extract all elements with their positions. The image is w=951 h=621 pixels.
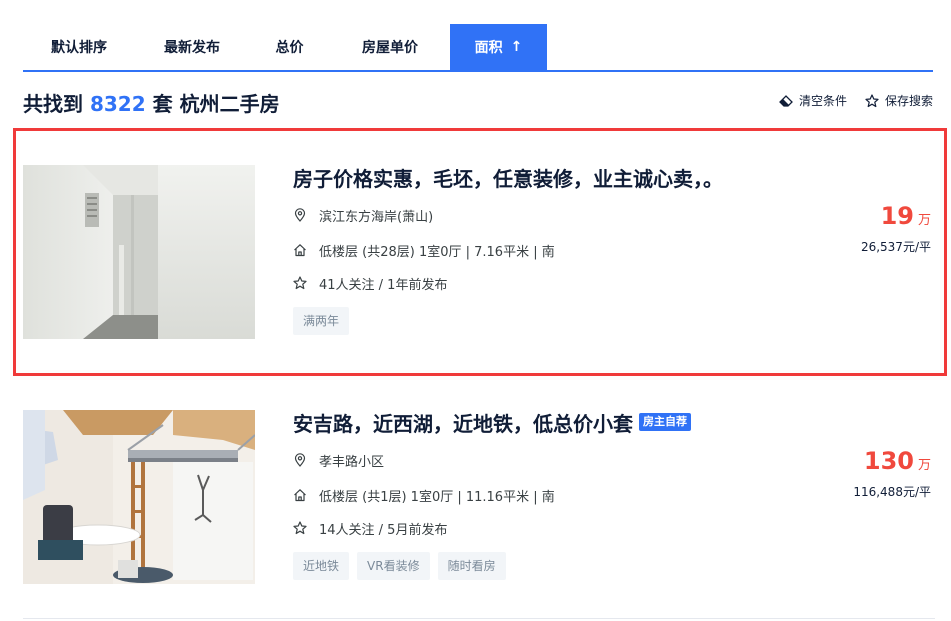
price-unit: 万 [917, 458, 931, 473]
listing-detail-row: 低楼层 (共28层) 1室0厅 | 7.16平米 | 南 [293, 240, 853, 260]
star-icon [293, 521, 307, 535]
arrow-up-icon: ↑ [510, 39, 523, 55]
listing-follow-info: 41人关注 / 1年前发布 [319, 277, 448, 293]
listing-card[interactable]: 房子价格实惠，毛坯，任意装修，业主诚心卖，。 滨江东方海岸(萧山) 低楼层 (共… [23, 165, 935, 340]
tab-label: 最新发布 [164, 40, 220, 56]
star-icon [865, 93, 879, 107]
listing-follow-info: 14人关注 / 5月前发布 [319, 522, 448, 538]
tab-area[interactable]: 面积 ↑ [450, 24, 547, 70]
listing-community-row: 孝丰路小区 [293, 450, 853, 470]
tab-unit-price[interactable]: 房屋单价 [330, 24, 450, 70]
listing-title[interactable]: 安吉路，近西湖，近地铁，低总价小套 房主自荐 [293, 410, 853, 436]
clear-conditions-label: 清空条件 [798, 94, 847, 108]
listing-tags: 近地铁 VR看装修 随时看房 [293, 552, 853, 580]
listing-community[interactable]: 孝丰路小区 [319, 451, 384, 470]
summary-suffix: 套 杭州二手房 [152, 92, 280, 116]
owner-recommend-badge: 房主自荐 [639, 413, 691, 431]
result-summary: 共找到 8322 套 杭州二手房 [23, 88, 280, 117]
star-icon [293, 276, 307, 290]
listing-detail: 低楼层 (共1层) 1室0厅 | 11.16平米 | 南 [319, 489, 555, 505]
tab-label: 房屋单价 [362, 40, 418, 56]
listing-detail-row: 低楼层 (共1层) 1室0厅 | 11.16平米 | 南 [293, 485, 853, 505]
list-divider [23, 618, 935, 619]
listing-follow-row: 41人关注 / 1年前发布 [293, 273, 853, 293]
total-price: 19 [880, 202, 914, 230]
listing-tags: 满两年 [293, 307, 853, 335]
total-price: 130 [863, 447, 914, 475]
tab-total-price[interactable]: 总价 [249, 24, 330, 70]
listing-tag: 近地铁 [293, 552, 350, 580]
listing-price: 19 万 26,537元/平 [861, 202, 931, 255]
eraser-icon [779, 94, 793, 107]
listing-community[interactable]: 滨江东方海岸(萧山) [319, 206, 433, 225]
listing-title[interactable]: 房子价格实惠，毛坯，任意装修，业主诚心卖，。 [293, 165, 853, 191]
price-unit: 万 [917, 213, 931, 228]
tab-newest[interactable]: 最新发布 [135, 24, 249, 70]
sort-tabs: 默认排序 最新发布 总价 房屋单价 面积 ↑ [23, 24, 933, 72]
search-actions: 清空条件 保存搜索 [761, 92, 933, 109]
save-search-label: 保存搜索 [884, 94, 933, 108]
listing-title-text: 安吉路，近西湖，近地铁，低总价小套 [293, 411, 633, 436]
summary-prefix: 共找到 [23, 92, 83, 116]
listing-tag: VR看装修 [357, 552, 430, 580]
listing-detail: 低楼层 (共28层) 1室0厅 | 7.16平米 | 南 [319, 244, 555, 260]
listing-price: 130 万 116,488元/平 [853, 447, 931, 500]
tab-label: 默认排序 [51, 40, 107, 56]
listing-follow-row: 14人关注 / 5月前发布 [293, 518, 853, 538]
result-count: 8322 [89, 92, 146, 116]
clear-conditions-button[interactable]: 清空条件 [779, 92, 847, 109]
unit-price: 26,537元/平 [860, 240, 931, 254]
listing-info: 房子价格实惠，毛坯，任意装修，业主诚心卖，。 滨江东方海岸(萧山) 低楼层 (共… [293, 165, 853, 335]
listing-info: 安吉路，近西湖，近地铁，低总价小套 房主自荐 孝丰路小区 低楼层 (共1层) 1… [293, 410, 853, 580]
tab-label: 面积 [474, 40, 503, 56]
listing-photo[interactable] [23, 410, 255, 584]
tab-label: 总价 [275, 40, 304, 56]
save-search-button[interactable]: 保存搜索 [865, 92, 933, 109]
listing-photo[interactable] [23, 165, 255, 339]
house-icon [294, 244, 306, 257]
house-icon [294, 489, 306, 502]
listing-tag: 满两年 [293, 307, 350, 335]
listing-card[interactable]: 安吉路，近西湖，近地铁，低总价小套 房主自荐 孝丰路小区 低楼层 (共1层) 1… [23, 410, 935, 585]
listing-community-row: 滨江东方海岸(萧山) [293, 205, 853, 225]
location-pin-icon [294, 208, 306, 222]
listing-title-text: 房子价格实惠，毛坯，任意装修，业主诚心卖，。 [293, 166, 723, 191]
listing-tag: 随时看房 [437, 552, 506, 580]
location-pin-icon [294, 453, 306, 467]
unit-price: 116,488元/平 [853, 485, 931, 499]
tab-default-sort[interactable]: 默认排序 [23, 24, 135, 70]
